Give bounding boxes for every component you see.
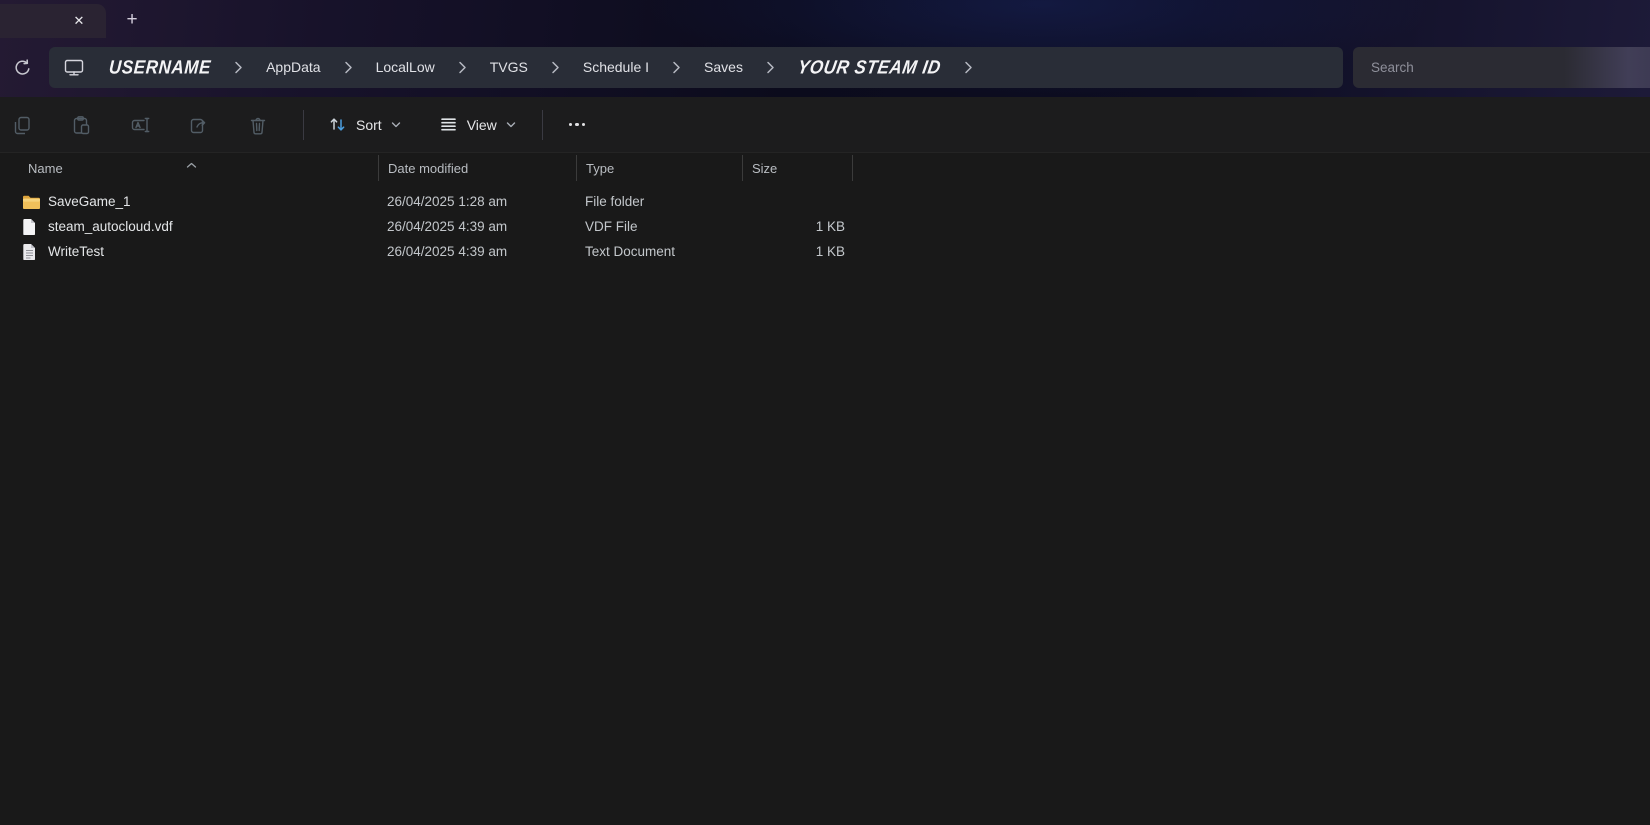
chevron-right-icon	[672, 61, 681, 74]
toolbar-divider	[541, 109, 543, 140]
file-row[interactable]: SaveGame_1 26/04/2025 1:28 am File folde…	[0, 189, 1650, 214]
view-label: View	[466, 116, 497, 133]
folder-icon	[22, 193, 40, 210]
this-pc-icon	[63, 58, 85, 77]
copy-icon	[14, 116, 30, 134]
file-type: File folder	[585, 194, 645, 209]
file-name: WriteTest	[48, 244, 105, 259]
view-button[interactable]: View	[431, 109, 524, 140]
file-explorer-window: ✕ + USERNAME AppData LocalLow TVGS Sched…	[0, 0, 1650, 825]
file-row[interactable]: WriteTest 26/04/2025 4:39 am Text Docume…	[0, 239, 1650, 264]
chevron-right-icon	[458, 61, 467, 74]
file-size: 1 KB	[815, 244, 845, 259]
chevron-right-icon	[766, 61, 775, 74]
more-options-icon	[581, 122, 586, 127]
address-row: USERNAME AppData LocalLow TVGS Schedule …	[0, 38, 1650, 97]
delete-icon	[250, 117, 266, 134]
tab-bar: ✕ +	[0, 0, 1650, 38]
sort-ascending-caret-icon	[186, 156, 197, 174]
file-type: VDF File	[585, 219, 638, 234]
command-toolbar: Sort View	[0, 97, 1650, 152]
address-bar[interactable]: USERNAME AppData LocalLow TVGS Schedule …	[49, 47, 1343, 88]
share-button[interactable]	[179, 107, 219, 143]
search-input[interactable]	[1353, 47, 1650, 88]
paste-button[interactable]	[61, 107, 101, 143]
refresh-button[interactable]	[4, 48, 40, 86]
column-header-size[interactable]: Size	[742, 155, 853, 181]
chevron-right-icon	[964, 61, 973, 74]
column-header-date-modified[interactable]: Date modified	[378, 155, 576, 181]
rename-icon	[131, 117, 149, 132]
file-date: 26/04/2025 4:39 am	[387, 219, 508, 234]
file-size: 1 KB	[815, 219, 845, 234]
column-header-row: Name Date modified Type Size	[0, 152, 1650, 183]
column-header-type[interactable]: Type	[576, 155, 742, 181]
explorer-tab[interactable]: ✕	[0, 4, 106, 38]
text-document-icon	[22, 243, 40, 260]
more-options-button[interactable]	[557, 107, 597, 143]
more-options-icon	[575, 122, 579, 127]
file-row[interactable]: steam_autocloud.vdf 26/04/2025 4:39 am V…	[0, 214, 1650, 239]
chevron-right-icon	[234, 61, 243, 74]
share-icon	[190, 118, 206, 133]
file-name: SaveGame_1	[48, 194, 131, 209]
file-list: SaveGame_1 26/04/2025 1:28 am File folde…	[0, 189, 1650, 264]
breadcrumb-username[interactable]: USERNAME	[96, 45, 225, 91]
sort-button[interactable]: Sort	[320, 109, 409, 140]
breadcrumb-locallow[interactable]: LocalLow	[364, 47, 447, 88]
chevron-right-icon	[344, 61, 353, 74]
sort-arrows-icon	[330, 118, 345, 131]
toolbar-divider	[303, 109, 304, 140]
chevron-down-icon	[506, 121, 515, 127]
copy-button[interactable]	[2, 107, 42, 143]
chevron-right-icon	[551, 61, 560, 74]
breadcrumb-tvgs[interactable]: TVGS	[478, 47, 540, 88]
breadcrumb-appdata[interactable]: AppData	[254, 47, 332, 88]
refresh-icon	[14, 58, 30, 75]
tab-close-button[interactable]: ✕	[66, 8, 92, 34]
chevron-down-icon	[391, 121, 400, 127]
more-options-icon	[568, 122, 573, 127]
breadcrumb-schedule-i[interactable]: Schedule I	[571, 47, 661, 88]
view-lines-icon	[440, 118, 456, 131]
rename-button[interactable]	[120, 107, 160, 143]
file-type: Text Document	[585, 244, 676, 259]
file-date: 26/04/2025 1:28 am	[387, 194, 508, 209]
delete-button[interactable]	[238, 107, 278, 143]
breadcrumb-steam-id[interactable]: YOUR STEAM ID	[782, 45, 957, 91]
file-name: steam_autocloud.vdf	[48, 219, 173, 234]
file-date: 26/04/2025 4:39 am	[387, 244, 508, 259]
file-icon	[22, 218, 40, 235]
breadcrumb-saves[interactable]: Saves	[692, 47, 755, 88]
sort-label: Sort	[356, 116, 382, 133]
paste-icon	[73, 115, 90, 134]
new-tab-button[interactable]: +	[118, 5, 146, 33]
window-chrome: ✕ + USERNAME AppData LocalLow TVGS Sched…	[0, 0, 1650, 97]
search-box	[1353, 47, 1650, 88]
breadcrumb: USERNAME AppData LocalLow TVGS Schedule …	[97, 47, 984, 88]
